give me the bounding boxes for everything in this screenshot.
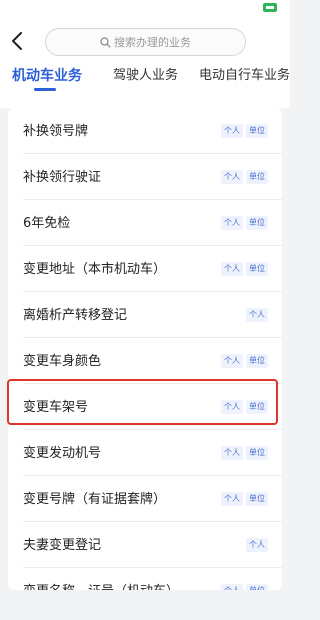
chevron-left-icon [12,32,22,50]
service-row[interactable]: 补换领号牌 个人 单位 [8,108,282,154]
tag-company: 单位 [246,354,268,368]
bottom-area [0,590,290,620]
service-tabs: 机动车业务 驾驶人业务 电动自行车业务 [0,66,290,92]
tag-company: 单位 [246,492,268,506]
service-row[interactable]: 离婚析产转移登记 个人 [8,292,282,338]
service-label: 6年免检 [23,216,71,231]
service-row[interactable]: 变更发动机号 个人 单位 [8,430,282,476]
tag-personal: 个人 [221,124,243,138]
status-indicator-icon [263,3,277,12]
top-bar: 搜索办理的业务 机动车业务 驾驶人业务 电动自行车业务 [0,0,290,108]
tag-personal: 个人 [221,446,243,460]
search-input[interactable]: 搜索办理的业务 [45,28,246,56]
service-label: 变更名称、证号（机动车） [23,580,179,590]
service-list: 补换领号牌 个人 单位 补换领行驶证 个人 单位 6年免检 个人 单位 变更地址（本市机动车） 个人… [8,108,282,590]
tag-company: 单位 [246,170,268,184]
back-button[interactable] [6,28,28,54]
service-label: 夫妻变更登记 [23,538,102,553]
service-row[interactable]: 补换领行驶证 个人 单位 [8,154,282,200]
service-label: 变更号牌（有证据套牌） [23,492,167,507]
highlight-box [7,379,278,425]
tab-ebike[interactable]: 电动自行车业务 [199,66,290,92]
tag-personal: 个人 [221,492,243,506]
active-tab-indicator [34,88,56,91]
tag-personal: 个人 [221,262,243,276]
tag-personal: 个人 [246,538,268,552]
service-row[interactable]: 变更车身颜色 个人 单位 [8,338,282,384]
service-row[interactable]: 变更名称、证号（机动车）个人单位 [8,568,282,590]
tag-personal: 个人 [221,170,243,184]
service-label: 变更发动机号 [23,446,102,461]
service-row[interactable]: 变更地址（本市机动车） 个人 单位 [8,246,282,292]
service-label: 补换领号牌 [23,124,89,139]
tag-personal: 个人 [221,216,243,230]
tag-company: 单位 [246,124,268,138]
tag-company: 单位 [246,262,268,276]
service-row[interactable]: 变更号牌（有证据套牌） 个人 单位 [8,476,282,522]
service-row[interactable]: 夫妻变更登记 个人 [8,522,282,568]
tag-company: 单位 [246,216,268,230]
tab-driver[interactable]: 驾驶人业务 [113,66,178,92]
service-label: 变更地址（本市机动车） [23,262,167,277]
service-label: 变更车身颜色 [23,354,102,369]
search-icon [100,36,111,48]
service-label: 离婚析产转移登记 [23,308,128,323]
tag-personal: 个人 [246,308,268,322]
service-row[interactable]: 6年免检 个人 单位 [8,200,282,246]
service-label: 补换领行驶证 [23,170,102,185]
tag-personal: 个人 [221,354,243,368]
tag-company: 单位 [246,446,268,460]
search-placeholder: 搜索办理的业务 [114,36,191,49]
